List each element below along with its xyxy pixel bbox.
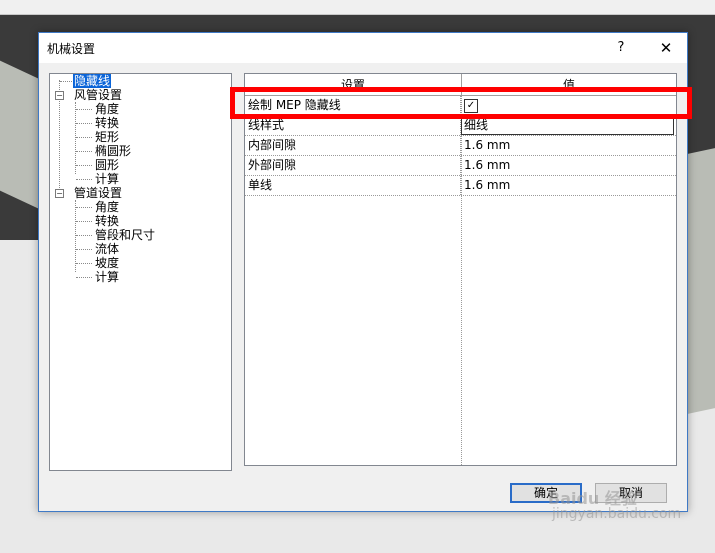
annotation-highlight-box: [230, 87, 692, 119]
inside-gap-value[interactable]: 1.6 mm: [461, 136, 676, 155]
tree-item-duct-oval[interactable]: 椭圆形: [95, 144, 131, 158]
tree-connector: [76, 151, 92, 152]
collapse-icon[interactable]: −: [55, 189, 64, 198]
setting-name: 外部间隙: [245, 156, 461, 175]
setting-name: 单线: [245, 176, 461, 195]
tree-connector: [75, 200, 76, 272]
setting-name: 内部间隙: [245, 136, 461, 155]
tree-item-pipe-fluids[interactable]: 流体: [95, 242, 119, 256]
app-toolbar-strip: [0, 0, 715, 15]
tree-item-pipe-slopes[interactable]: 坡度: [95, 256, 119, 270]
tree-connector: [76, 235, 92, 236]
help-button[interactable]: ?: [609, 38, 633, 58]
watermark-url: jingyan.baidu.com: [552, 506, 682, 522]
tree-connector: [76, 207, 92, 208]
tree-connector: [76, 263, 92, 264]
collapse-icon[interactable]: −: [55, 91, 64, 100]
tree-item-pipe-calculation[interactable]: 计算: [95, 270, 119, 284]
tree-connector: [76, 249, 92, 250]
tree-item-duct-calculation[interactable]: 计算: [95, 172, 119, 186]
tree-item-hidden-lines[interactable]: 隐藏线: [73, 74, 112, 88]
tree-connector: [76, 277, 92, 278]
tree-item-duct-conversion[interactable]: 转换: [95, 116, 119, 130]
settings-grid: 设置 值 绘制 MEP 隐藏线 ✓ 线样式 细线 内部间隙 1.6 mm 外部间…: [244, 73, 677, 466]
tree-item-pipe-conversion[interactable]: 转换: [95, 214, 119, 228]
tree-item-pipe-angles[interactable]: 角度: [95, 200, 119, 214]
model-beam-right: [686, 145, 715, 415]
settings-tree: − − 隐藏线 风管设置 角度 转换 矩形 椭圆形 圆形 计算 管道设置 角度 …: [49, 73, 232, 471]
grid-row-single-line[interactable]: 单线 1.6 mm: [245, 176, 676, 196]
tree-connector: [75, 102, 76, 174]
tree-item-duct-angles[interactable]: 角度: [95, 102, 119, 116]
close-button[interactable]: ✕: [651, 38, 681, 58]
tree-item-pipe-segments-sizes[interactable]: 管段和尺寸: [95, 228, 155, 242]
tree-item-duct-rectangular[interactable]: 矩形: [95, 130, 119, 144]
tree-connector: [76, 165, 92, 166]
dialog-titlebar[interactable]: 机械设置 ? ✕: [39, 33, 687, 63]
grid-row-outside-gap[interactable]: 外部间隙 1.6 mm: [245, 156, 676, 176]
tree-item-duct-round[interactable]: 圆形: [95, 158, 119, 172]
dialog-title: 机械设置: [47, 42, 96, 56]
tree-item-duct-settings[interactable]: 风管设置: [74, 88, 122, 102]
tree-connector: [76, 221, 92, 222]
outside-gap-value[interactable]: 1.6 mm: [461, 156, 676, 175]
tree-connector: [76, 137, 92, 138]
grid-row-line-style[interactable]: 线样式 细线: [245, 116, 676, 136]
tree-connector: [60, 81, 72, 82]
tree-item-pipe-settings[interactable]: 管道设置: [74, 186, 122, 200]
grid-row-inside-gap[interactable]: 内部间隙 1.6 mm: [245, 136, 676, 156]
tree-connector: [76, 123, 92, 124]
tree-connector: [76, 179, 92, 180]
tree-connector: [76, 109, 92, 110]
single-line-value[interactable]: 1.6 mm: [461, 176, 676, 195]
